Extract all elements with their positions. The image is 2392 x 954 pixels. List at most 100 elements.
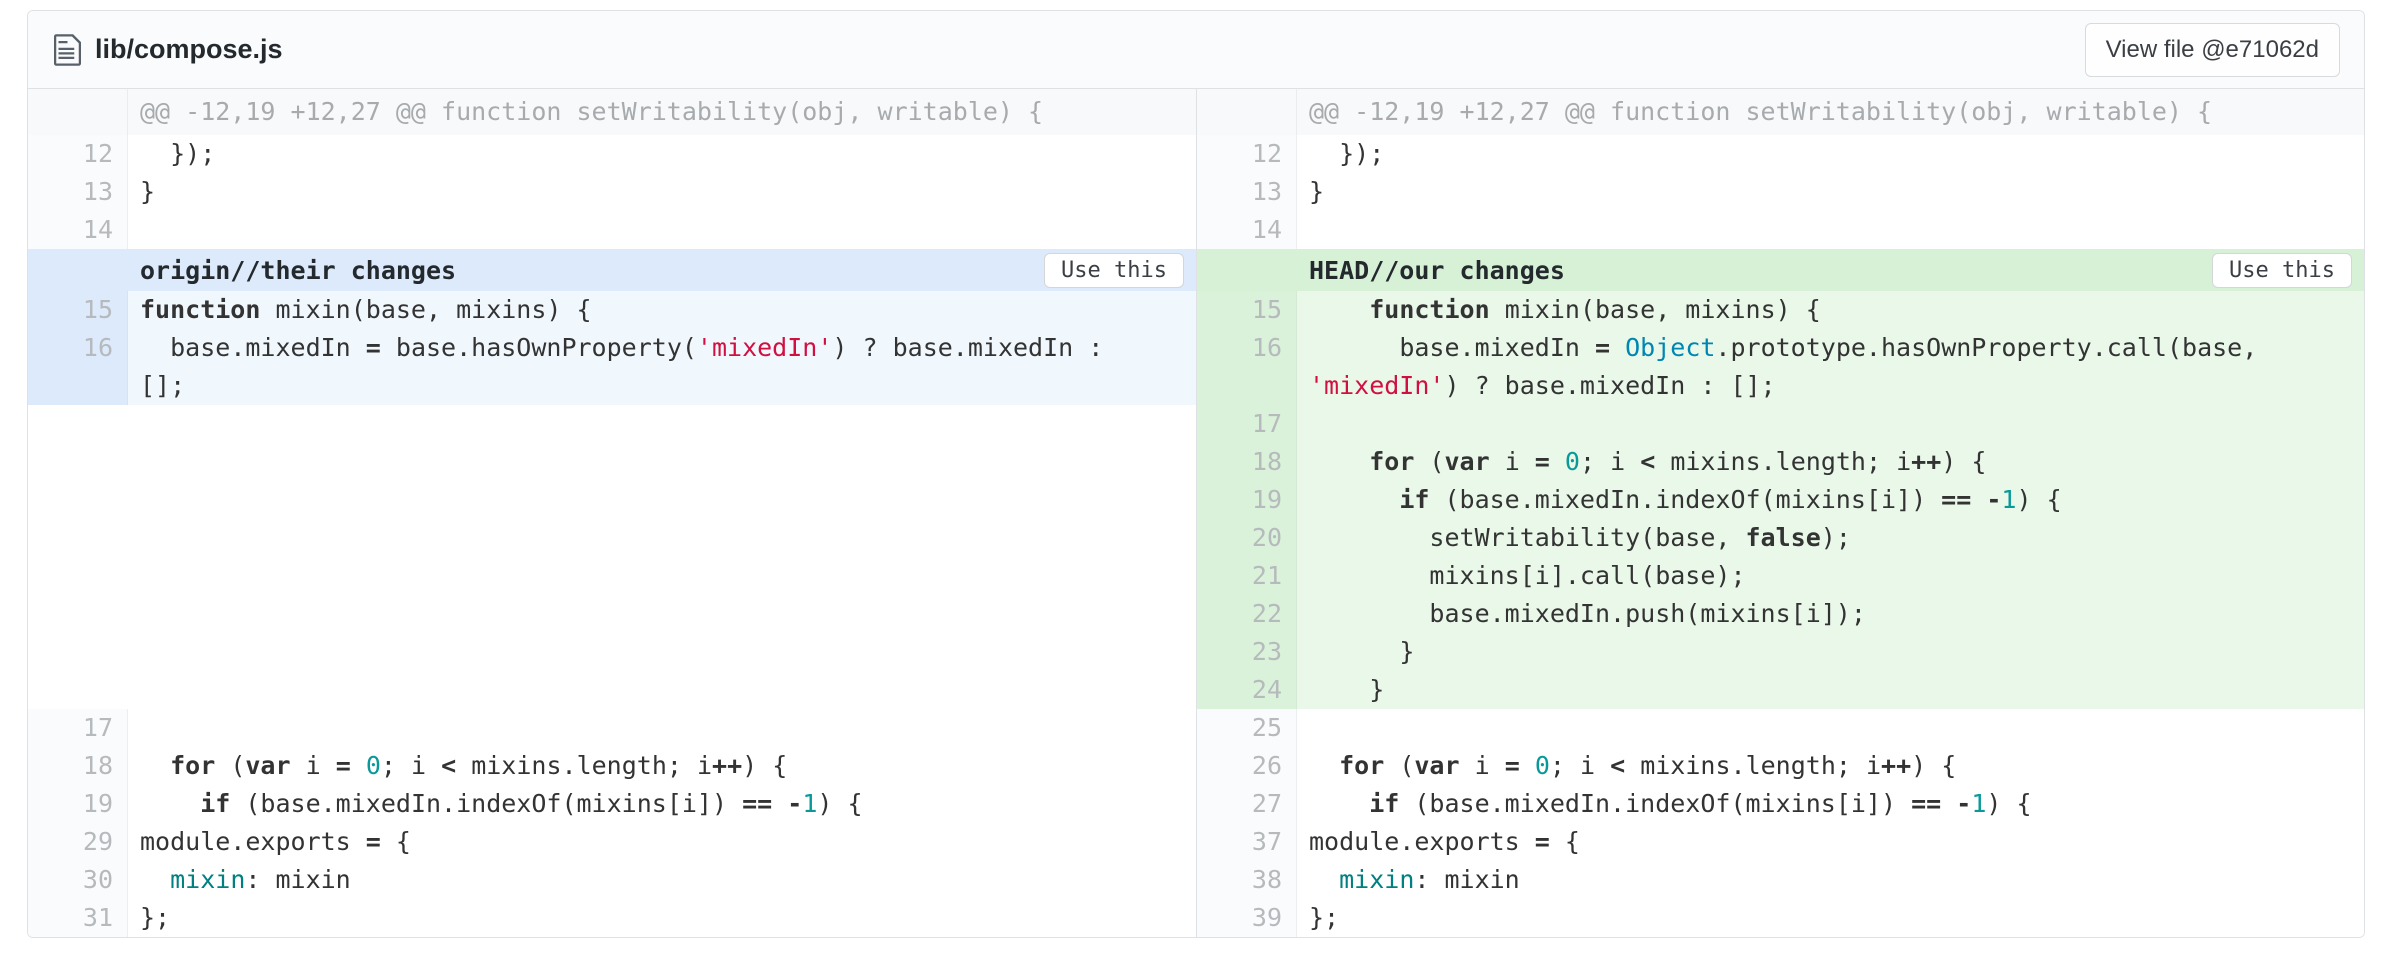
line-number: 19 xyxy=(28,785,128,823)
diff-row: 16 base.mixedIn = base.hasOwnProperty('m… xyxy=(28,329,1196,405)
line-number: 30 xyxy=(28,861,128,899)
code-line: if (base.mixedIn.indexOf(mixins[i]) == -… xyxy=(128,785,1196,823)
line-number: 16 xyxy=(28,329,128,405)
code-line xyxy=(128,211,1196,249)
line-number: 15 xyxy=(28,291,128,329)
line-number: 26 xyxy=(1197,747,1297,785)
diff-row: 15function mixin(base, mixins) { xyxy=(28,291,1196,329)
line-number: 29 xyxy=(28,823,128,861)
diff-row: 12 }); xyxy=(1197,135,2364,173)
code-line: base.mixedIn = Object.prototype.hasOwnPr… xyxy=(1297,329,2364,405)
line-number: 14 xyxy=(1197,211,1297,249)
diff-row: 19 if (base.mixedIn.indexOf(mixins[i]) =… xyxy=(1197,481,2364,519)
diff-column-their: @@ -12,19 +12,27 @@ function setWritabil… xyxy=(28,89,1196,937)
diff-row: 31}; xyxy=(28,899,1196,937)
diff-row: 20 setWritability(base, false); xyxy=(1197,519,2364,557)
diff-row: 13} xyxy=(1197,173,2364,211)
line-number: 18 xyxy=(1197,443,1297,481)
code-line: } xyxy=(1297,633,2364,671)
code-line: for (var i = 0; i < mixins.length; i++) … xyxy=(1297,747,2364,785)
code-line: } xyxy=(1297,173,2364,211)
code-line: }); xyxy=(128,135,1196,173)
code-line: base.mixedIn.push(mixins[i]); xyxy=(1297,595,2364,633)
diff-row: 38 mixin: mixin xyxy=(1197,861,2364,899)
diff-row: 27 if (base.mixedIn.indexOf(mixins[i]) =… xyxy=(1197,785,2364,823)
diff-row: 18 for (var i = 0; i < mixins.length; i+… xyxy=(28,747,1196,785)
code-line: if (base.mixedIn.indexOf(mixins[i]) == -… xyxy=(1297,785,2364,823)
hunk-header-text: @@ -12,19 +12,27 @@ function setWritabil… xyxy=(128,89,1196,135)
alignment-filler-row xyxy=(28,405,1196,709)
line-number: 21 xyxy=(1197,557,1297,595)
code-line: if (base.mixedIn.indexOf(mixins[i]) == -… xyxy=(1297,481,2364,519)
diff-row: 13} xyxy=(28,173,1196,211)
line-number: 14 xyxy=(28,211,128,249)
code-line: mixin: mixin xyxy=(1297,861,2364,899)
line-number: 17 xyxy=(1197,405,1297,443)
line-number: 23 xyxy=(1197,633,1297,671)
conflict-label: HEAD//our changes xyxy=(1309,256,1565,285)
diff-row: 37module.exports = { xyxy=(1197,823,2364,861)
line-number: 18 xyxy=(28,747,128,785)
conflict-header-their: origin//their changes Use this xyxy=(28,249,1196,291)
diff-row: 17 xyxy=(1197,405,2364,443)
diff-row: 19 if (base.mixedIn.indexOf(mixins[i]) =… xyxy=(28,785,1196,823)
code-line: }; xyxy=(1297,899,2364,937)
line-number: 27 xyxy=(1197,785,1297,823)
code-line xyxy=(1297,211,2364,249)
line-number: 16 xyxy=(1197,329,1297,405)
diff-row: 12 }); xyxy=(28,135,1196,173)
diff-column-our: @@ -12,19 +12,27 @@ function setWritabil… xyxy=(1196,89,2364,937)
line-number: 12 xyxy=(28,135,128,173)
conflict-header-our: HEAD//our changes Use this xyxy=(1197,249,2364,291)
line-number: 19 xyxy=(1197,481,1297,519)
code-line: base.mixedIn = base.hasOwnProperty('mixe… xyxy=(128,329,1196,405)
code-line: for (var i = 0; i < mixins.length; i++) … xyxy=(128,747,1196,785)
code-line: for (var i = 0; i < mixins.length; i++) … xyxy=(1297,443,2364,481)
hunk-header-row: @@ -12,19 +12,27 @@ function setWritabil… xyxy=(28,89,1196,135)
code-line: mixins[i].call(base); xyxy=(1297,557,2364,595)
use-this-button[interactable]: Use this xyxy=(1044,253,1184,288)
line-number: 17 xyxy=(28,709,128,747)
file-path: lib/compose.js xyxy=(95,34,283,65)
view-file-button[interactable]: View file @e71062d xyxy=(2085,23,2340,77)
line-number: 13 xyxy=(1197,173,1297,211)
diff-row: 14 xyxy=(1197,211,2364,249)
code-line xyxy=(128,405,1196,709)
line-number: 22 xyxy=(1197,595,1297,633)
diff-row: 25 xyxy=(1197,709,2364,747)
diff-row: 23 } xyxy=(1197,633,2364,671)
code-line: }); xyxy=(1297,135,2364,173)
diff-row: 22 base.mixedIn.push(mixins[i]); xyxy=(1197,595,2364,633)
use-this-button[interactable]: Use this xyxy=(2212,253,2352,288)
diff-row: 29module.exports = { xyxy=(28,823,1196,861)
code-line: function mixin(base, mixins) { xyxy=(1297,291,2364,329)
file-text-icon xyxy=(54,32,81,68)
code-line: mixin: mixin xyxy=(128,861,1196,899)
hunk-header-text: @@ -12,19 +12,27 @@ function setWritabil… xyxy=(1297,89,2364,135)
diff-row: 24 } xyxy=(1197,671,2364,709)
line-number: 12 xyxy=(1197,135,1297,173)
code-line: setWritability(base, false); xyxy=(1297,519,2364,557)
file-diff-card: lib/compose.js View file @e71062d @@ -12… xyxy=(27,10,2365,938)
diff-row: 18 for (var i = 0; i < mixins.length; i+… xyxy=(1197,443,2364,481)
line-number: 13 xyxy=(28,173,128,211)
diff-row: 39}; xyxy=(1197,899,2364,937)
split-diff: @@ -12,19 +12,27 @@ function setWritabil… xyxy=(28,89,2364,937)
diff-row: 26 for (var i = 0; i < mixins.length; i+… xyxy=(1197,747,2364,785)
line-number: 31 xyxy=(28,899,128,937)
code-line xyxy=(1297,405,2364,443)
conflict-label: origin//their changes xyxy=(140,256,456,285)
code-line: }; xyxy=(128,899,1196,937)
diff-row: 14 xyxy=(28,211,1196,249)
file-header-bar: lib/compose.js View file @e71062d xyxy=(28,11,2364,89)
line-number: 15 xyxy=(1197,291,1297,329)
code-line: } xyxy=(128,173,1196,211)
line-number: 39 xyxy=(1197,899,1297,937)
code-line xyxy=(1297,709,2364,747)
line-number: 25 xyxy=(1197,709,1297,747)
code-line: module.exports = { xyxy=(128,823,1196,861)
line-number xyxy=(28,89,128,135)
diff-row: 21 mixins[i].call(base); xyxy=(1197,557,2364,595)
line-number: 38 xyxy=(1197,861,1297,899)
line-number: 24 xyxy=(1197,671,1297,709)
